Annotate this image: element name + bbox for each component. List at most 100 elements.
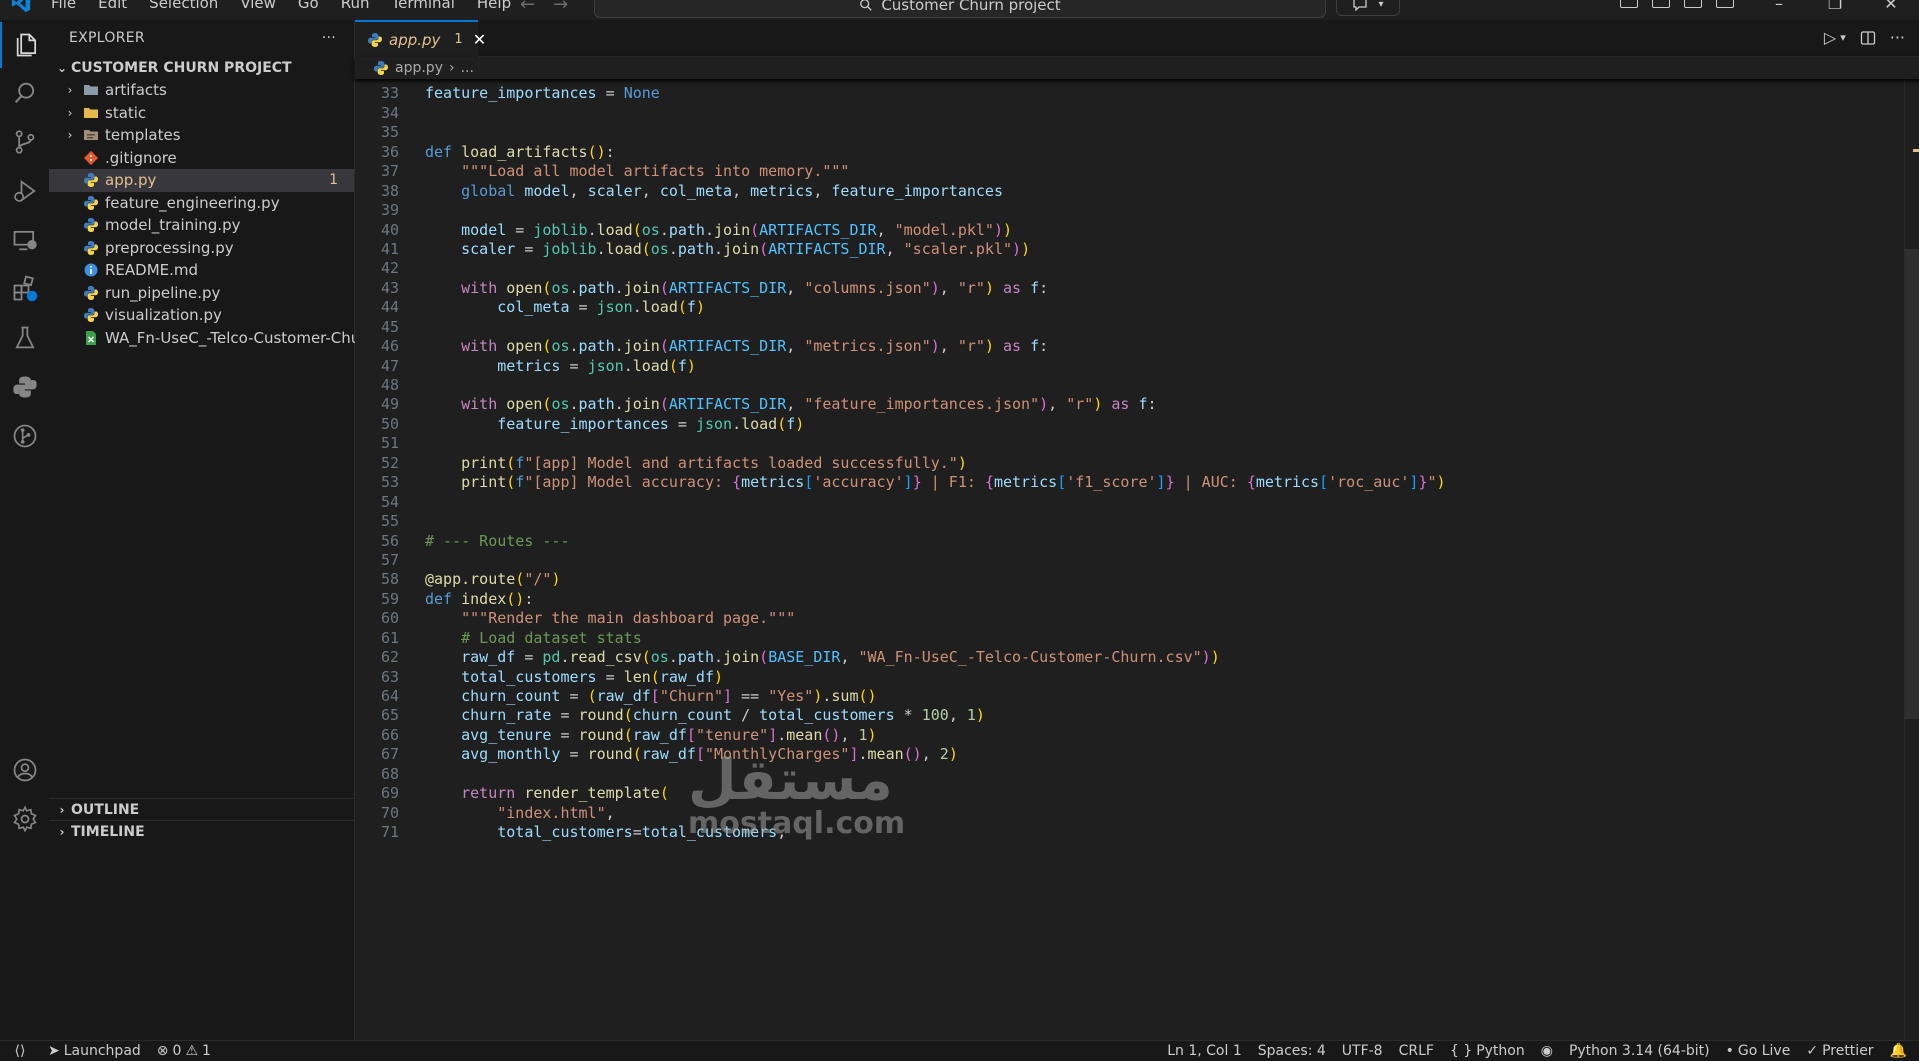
code-line[interactable]: 64 churn_count = (raw_df["Churn"] == "Ye…: [355, 687, 1446, 706]
back-arrow-icon[interactable]: ←: [520, 0, 535, 15]
timeline-section[interactable]: › TIMELINE: [49, 820, 354, 843]
code-line[interactable]: 37 """Load all model artifacts into memo…: [355, 162, 1446, 181]
tree-file-run-pipeline[interactable]: run_pipeline.py: [49, 282, 354, 305]
run-python-file-icon[interactable]: ▷: [1824, 28, 1836, 47]
code-line[interactable]: 33 feature_importances = None: [355, 84, 1446, 103]
tree-file-csv[interactable]: WA_Fn-UseC_-Telco-Customer-Churn.csv: [49, 327, 405, 350]
search-icon[interactable]: [0, 70, 49, 116]
menu-run[interactable]: Run: [332, 0, 379, 13]
restore-icon[interactable]: ❐: [1807, 0, 1863, 13]
code-line[interactable]: 68: [355, 765, 1446, 784]
python-interpreter[interactable]: Python 3.14 (64-bit): [1561, 1043, 1718, 1059]
indentation[interactable]: Spaces: 4: [1250, 1043, 1334, 1059]
code-line[interactable]: 62 raw_df = pd.read_csv(os.path.join(BAS…: [355, 648, 1446, 667]
chevron-down-icon[interactable]: ▾: [1840, 31, 1846, 44]
code-line[interactable]: 52 print(f"[app] Model and artifacts loa…: [355, 454, 1446, 473]
minimize-icon[interactable]: –: [1751, 0, 1807, 13]
code-line[interactable]: 40 model = joblib.load(os.path.join(ARTI…: [355, 221, 1446, 240]
code-line[interactable]: 35: [355, 123, 1446, 142]
code-line[interactable]: 55: [355, 512, 1446, 531]
command-center[interactable]: Customer Churn project: [594, 0, 1326, 18]
scrollbar-thumb[interactable]: [1905, 249, 1919, 719]
language-mode[interactable]: { } Python: [1442, 1043, 1533, 1059]
extensions-icon[interactable]: [0, 266, 49, 312]
code-line[interactable]: 63 total_customers = len(raw_df): [355, 668, 1446, 687]
python-icon[interactable]: [0, 364, 49, 410]
menu-help[interactable]: Help: [468, 0, 520, 13]
line-ending[interactable]: CRLF: [1391, 1043, 1442, 1059]
copilot-chat-button[interactable]: ▾: [1336, 0, 1400, 16]
problems-indicator[interactable]: ⊗ 0 ⚠ 1: [149, 1043, 219, 1059]
menu-go[interactable]: Go: [289, 0, 328, 13]
code-line[interactable]: 47 metrics = json.load(f): [355, 357, 1446, 376]
code-line[interactable]: 59 def index():: [355, 590, 1446, 609]
outline-section[interactable]: › OUTLINE: [49, 798, 354, 821]
split-editor-icon[interactable]: [1860, 30, 1876, 46]
code-line[interactable]: 65 churn_rate = round(churn_count / tota…: [355, 706, 1446, 725]
menu-edit[interactable]: Edit: [89, 0, 136, 13]
tree-file-readme[interactable]: README.md: [49, 259, 354, 282]
remote-indicator-icon[interactable]: ⟨⟩: [0, 1043, 40, 1059]
notifications-bell-icon[interactable]: 🔔: [1882, 1043, 1915, 1059]
tree-file-model-training[interactable]: model_training.py: [49, 214, 354, 237]
code-editor[interactable]: 32metrics= None33feature_importances = N…: [355, 79, 1885, 1046]
testing-icon[interactable]: [0, 315, 49, 361]
menu-terminal[interactable]: Terminal: [383, 0, 464, 13]
tree-file-visualization[interactable]: visualization.py: [49, 304, 354, 327]
breadcrumb-symbol[interactable]: ...: [461, 60, 474, 76]
go-live-button[interactable]: • Go Live: [1718, 1043, 1799, 1059]
code-line[interactable]: 44 col_meta = json.load(f): [355, 298, 1446, 317]
toggle-sidebar-icon[interactable]: [1652, 0, 1670, 8]
menu-selection[interactable]: Selection: [140, 0, 227, 13]
cursor-position[interactable]: Ln 1, Col 1: [1159, 1043, 1250, 1059]
toggle-secondary-sidebar-icon[interactable]: [1716, 0, 1734, 8]
close-icon[interactable]: ✕: [473, 30, 486, 49]
code-line[interactable]: 61 # Load dataset stats: [355, 629, 1446, 648]
tree-file-app-py[interactable]: app.py 1: [49, 169, 354, 192]
code-line[interactable]: 58 @app.route("/"): [355, 570, 1446, 589]
code-line[interactable]: 41 scaler = joblib.load(os.path.join(ART…: [355, 240, 1446, 259]
launchpad-button[interactable]: ➤ Launchpad: [40, 1043, 149, 1059]
run-debug-icon[interactable]: [0, 168, 49, 214]
prettier-button[interactable]: ✓ Prettier: [1798, 1043, 1881, 1059]
code-line[interactable]: 34: [355, 104, 1446, 123]
code-line[interactable]: 51: [355, 434, 1446, 453]
copilot-icon[interactable]: ◉: [1533, 1043, 1561, 1059]
code-line[interactable]: 36 def load_artifacts():: [355, 143, 1446, 162]
close-window-icon[interactable]: ✕: [1863, 0, 1919, 13]
code-line[interactable]: 60 """Render the main dashboard page.""": [355, 609, 1446, 628]
menu-view[interactable]: View: [231, 0, 285, 13]
code-line[interactable]: 48: [355, 376, 1446, 395]
code-line[interactable]: 53 print(f"[app] Model accuracy: {metric…: [355, 473, 1446, 492]
customize-layout-icon[interactable]: [1620, 0, 1638, 8]
tab-app-py[interactable]: app.py 1 ✕: [355, 20, 486, 57]
more-actions-icon[interactable]: ···: [1890, 28, 1905, 47]
tree-folder-static[interactable]: › static: [49, 102, 354, 125]
code-line[interactable]: 38 global model, scaler, col_meta, metri…: [355, 182, 1446, 201]
toggle-panel-icon[interactable]: [1684, 0, 1702, 8]
tree-file-gitignore[interactable]: .gitignore: [49, 147, 354, 170]
source-control-icon[interactable]: [0, 119, 49, 165]
code-line[interactable]: 69 return render_template(: [355, 784, 1446, 803]
code-line[interactable]: 66 avg_tenure = round(raw_df["tenure"].m…: [355, 726, 1446, 745]
tree-file-feature-engineering[interactable]: feature_engineering.py: [49, 192, 354, 215]
explorer-icon[interactable]: [0, 22, 51, 68]
tree-file-preprocessing[interactable]: preprocessing.py: [49, 237, 354, 260]
tree-folder-artifacts[interactable]: › artifacts: [49, 79, 354, 102]
breadcrumb-file[interactable]: app.py: [395, 60, 443, 76]
code-line[interactable]: 67 avg_monthly = round(raw_df["MonthlyCh…: [355, 745, 1446, 764]
code-line[interactable]: 54: [355, 493, 1446, 512]
code-line[interactable]: 50 feature_importances = json.load(f): [355, 415, 1446, 434]
menu-file[interactable]: File: [42, 0, 85, 13]
code-line[interactable]: 43 with open(os.path.join(ARTIFACTS_DIR,…: [355, 279, 1446, 298]
code-line[interactable]: 57: [355, 551, 1446, 570]
accounts-icon[interactable]: [0, 747, 49, 793]
code-line[interactable]: 39: [355, 201, 1446, 220]
code-line[interactable]: 49 with open(os.path.join(ARTIFACTS_DIR,…: [355, 395, 1446, 414]
tree-folder-templates[interactable]: › templates: [49, 124, 354, 147]
code-line[interactable]: 45: [355, 318, 1446, 337]
encoding[interactable]: UTF-8: [1334, 1043, 1391, 1059]
vertical-scrollbar[interactable]: [1904, 79, 1919, 1046]
git-graph-icon[interactable]: [0, 413, 49, 459]
project-folder-header[interactable]: ⌄ CUSTOMER CHURN PROJECT: [49, 57, 354, 79]
